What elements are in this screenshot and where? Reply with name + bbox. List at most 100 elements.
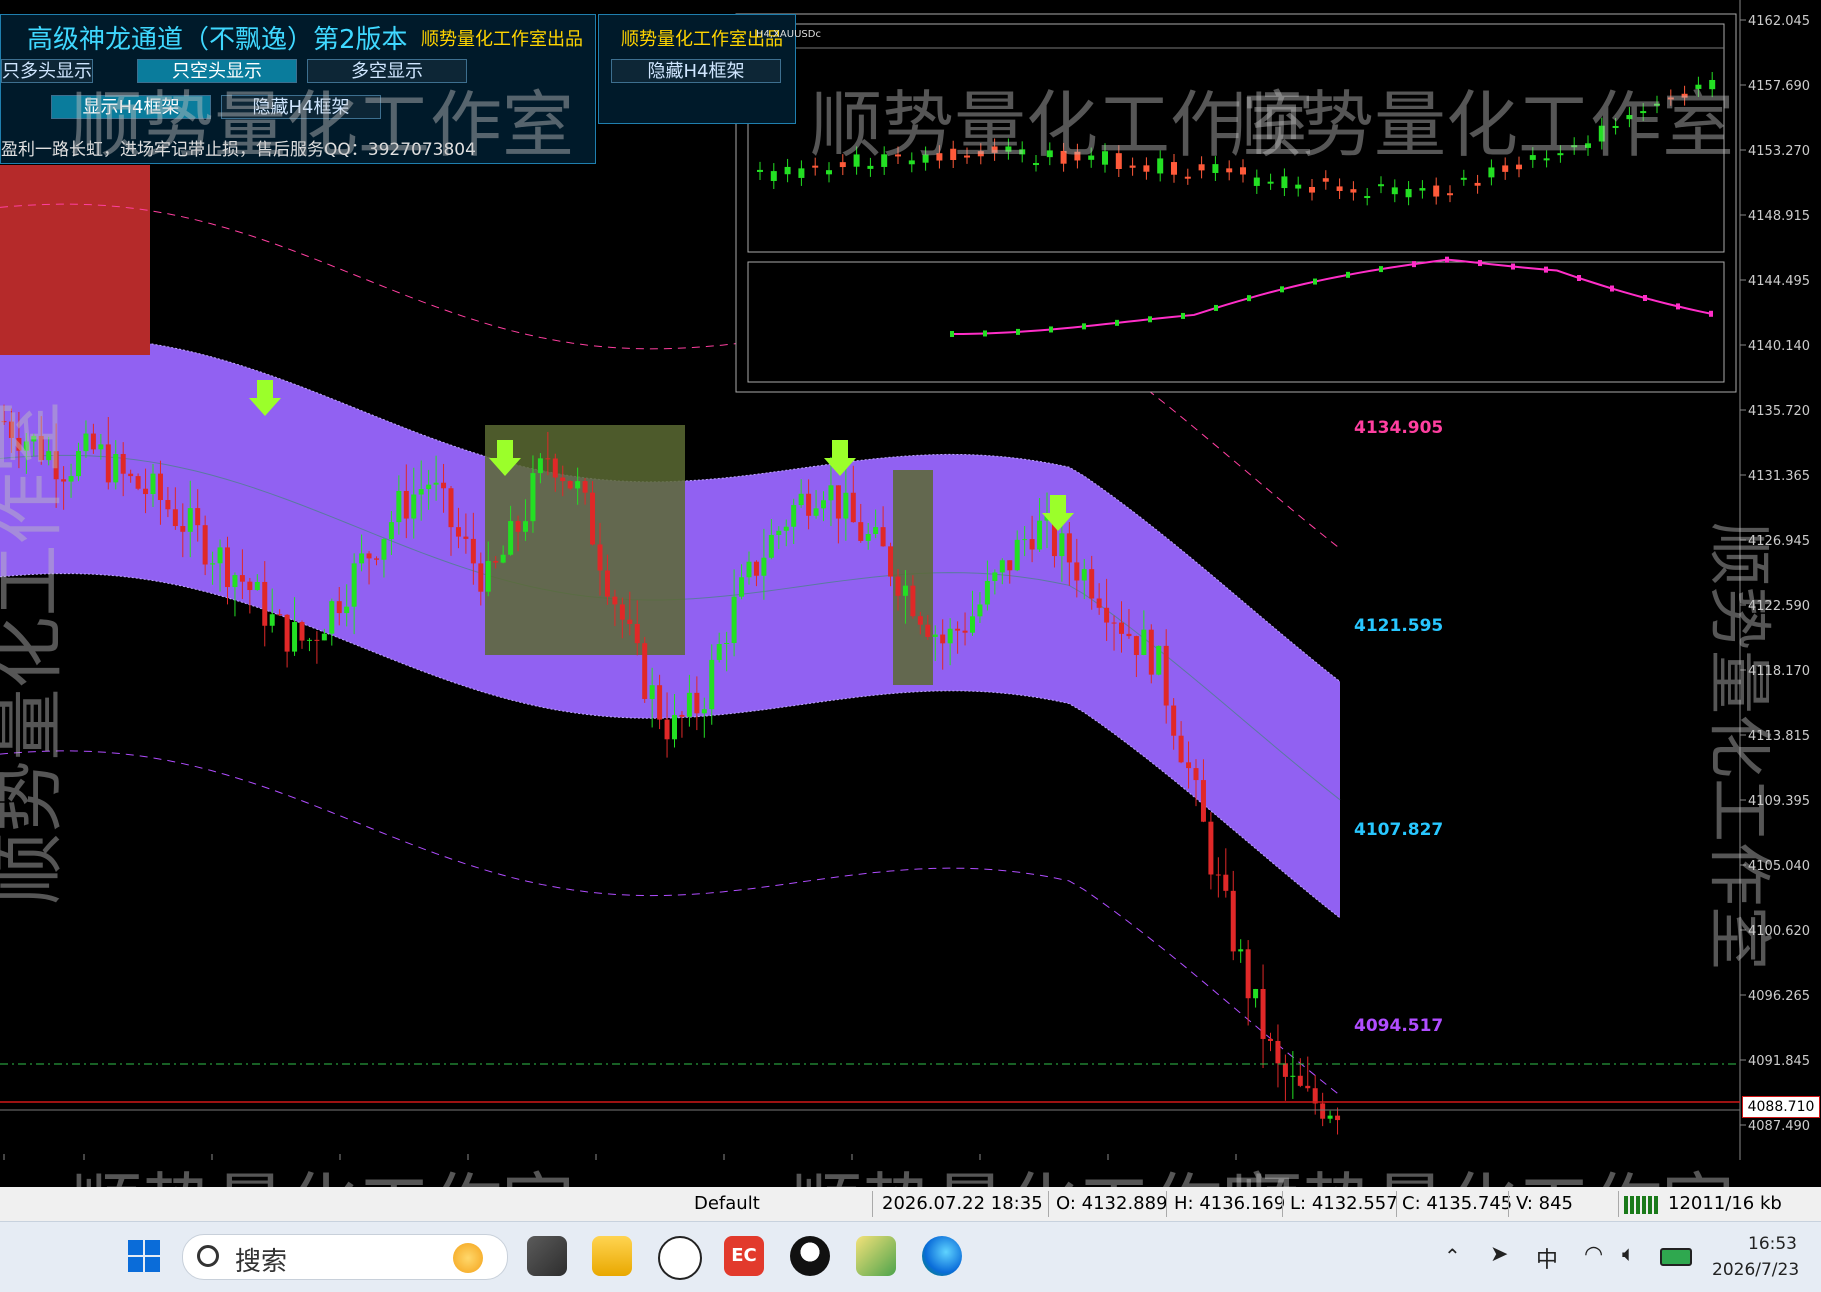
candle <box>8 421 14 438</box>
tray-volume-icon[interactable]: 🔈︎ <box>1622 1242 1635 1267</box>
candle <box>411 494 417 519</box>
hide-h4-button[interactable]: 隐藏H4框架 <box>611 59 781 83</box>
candle <box>374 558 379 560</box>
candle <box>537 458 543 474</box>
short-only-button[interactable]: 只空头显示 <box>137 59 297 83</box>
candle <box>210 563 216 565</box>
y-tick-label: 4144.495 <box>1748 274 1810 289</box>
candle <box>962 630 968 633</box>
chatgpt-icon[interactable] <box>658 1236 702 1280</box>
candle <box>239 575 245 582</box>
inset-symbol-label: H4,XAUUSDc <box>756 29 821 40</box>
candle <box>31 435 37 442</box>
candle <box>813 508 819 516</box>
candle <box>1297 1075 1303 1086</box>
inset-candle <box>1171 162 1177 175</box>
candle <box>1104 607 1110 623</box>
search-highlight-icon <box>453 1243 483 1273</box>
candle <box>128 473 134 477</box>
y-tick-label: 4100.620 <box>1748 924 1810 939</box>
candle <box>552 458 558 478</box>
inset-indicator-dot <box>1346 271 1350 278</box>
price-chart[interactable]: 4162.045 4157.690 4153.270 4148.915 4144.495… <box>0 0 1821 1160</box>
edge-browser-icon[interactable] <box>922 1236 962 1276</box>
inset-candle <box>950 148 957 161</box>
tray-ime-indicator[interactable]: 中 <box>1536 1242 1558 1274</box>
status-time: 2026.07.22 18:35 <box>882 1193 1043 1214</box>
inset-indicator-dot <box>1214 304 1218 311</box>
inset-candle <box>826 170 832 175</box>
candle <box>783 526 789 531</box>
panel-credit: 顺势量化工作室出品 <box>421 29 583 50</box>
candle <box>545 458 551 460</box>
hide-h4-frame-button[interactable]: 隐藏H4框架 <box>221 95 381 119</box>
candle <box>567 481 573 489</box>
qq-penguin-icon[interactable] <box>790 1236 830 1276</box>
candle <box>388 522 394 540</box>
candle <box>947 628 953 644</box>
file-explorer-icon[interactable] <box>592 1236 632 1276</box>
candle <box>1305 1085 1311 1089</box>
tray-battery-icon[interactable] <box>1660 1248 1692 1266</box>
tray-location-icon[interactable]: ➤ <box>1490 1242 1508 1267</box>
candle <box>902 585 908 596</box>
candle <box>403 490 409 519</box>
clock-time[interactable]: 16:53 <box>1748 1234 1797 1254</box>
inset-candle <box>1253 177 1260 186</box>
inset-candle <box>908 160 915 165</box>
candle <box>396 490 402 523</box>
candle <box>321 633 327 641</box>
channel-price-label: 4134.905 <box>1354 418 1444 438</box>
inset-indicator-dot <box>1016 328 1020 335</box>
metatrader-icon[interactable] <box>856 1236 896 1276</box>
candle <box>1245 949 1251 999</box>
windows-taskbar: 搜索 EC ⌃ ➤ 中 ◠ 🔈︎ 16:53 2026/7/23 <box>0 1221 1821 1292</box>
inset-indicator-dot <box>1181 312 1185 319</box>
candle <box>575 481 581 489</box>
candle <box>791 505 797 527</box>
clock-date[interactable]: 2026/7/23 <box>1712 1260 1799 1280</box>
long-only-button[interactable]: 只多头显示 <box>1 59 93 83</box>
candle <box>105 444 111 483</box>
candle <box>1208 821 1214 875</box>
inset-candle <box>1585 143 1591 148</box>
candle <box>90 433 96 450</box>
windows-start-icon[interactable] <box>124 1236 164 1276</box>
candle <box>53 451 59 480</box>
connection-bars-icon <box>1624 1196 1660 1214</box>
tray-chevron-icon[interactable]: ⌃ <box>1444 1244 1461 1268</box>
task-view-icon[interactable] <box>527 1236 567 1276</box>
ec-app-icon[interactable]: EC <box>724 1236 764 1276</box>
candle <box>1014 539 1020 571</box>
candle <box>612 596 618 605</box>
candle <box>1111 622 1117 624</box>
candle <box>16 437 22 451</box>
inset-candle <box>812 165 819 168</box>
candle <box>306 639 312 641</box>
candle <box>381 539 387 560</box>
y-tick-label: 4122.590 <box>1748 599 1810 614</box>
inset-candle <box>1102 151 1108 165</box>
inset-candle <box>1129 165 1136 168</box>
inset-candle <box>867 165 874 169</box>
candle <box>560 477 566 482</box>
tray-wifi-icon[interactable]: ◠ <box>1584 1242 1603 1267</box>
status-bar: Default 2026.07.22 18:35 O: 4132.889 H: … <box>0 1187 1821 1221</box>
channel-price-label: 4094.517 <box>1354 1016 1444 1036</box>
inset-indicator-dot <box>1247 295 1251 302</box>
taskbar-search[interactable]: 搜索 <box>182 1234 508 1280</box>
candle <box>120 453 126 474</box>
candle <box>768 534 774 558</box>
candle <box>150 473 156 495</box>
candle <box>590 492 596 545</box>
candle <box>955 628 961 631</box>
candle <box>761 557 767 576</box>
candle <box>366 553 372 559</box>
show-h4-frame-button[interactable]: 显示H4框架 <box>51 95 211 119</box>
candle <box>418 489 424 495</box>
candle <box>523 521 528 532</box>
candle <box>314 639 320 641</box>
both-sides-button[interactable]: 多空显示 <box>307 59 467 83</box>
candle <box>1223 874 1229 891</box>
inset-candle <box>798 168 805 178</box>
